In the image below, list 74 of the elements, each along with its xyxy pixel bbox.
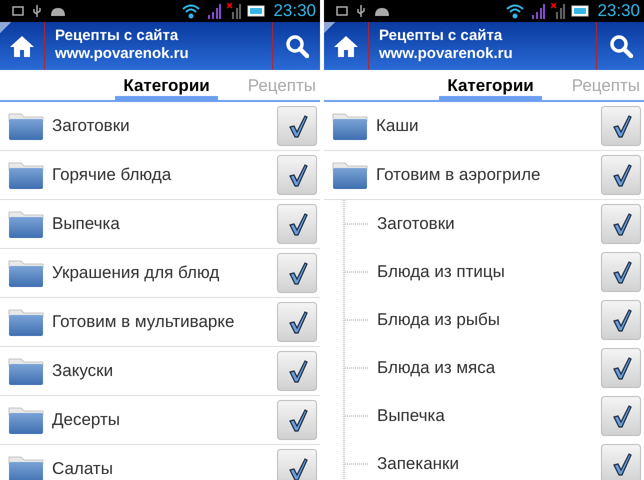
checkbox[interactable] <box>277 155 317 195</box>
checkbox[interactable] <box>601 252 641 292</box>
tree-line <box>340 344 370 392</box>
robot-icon <box>50 6 66 16</box>
screen-icon <box>336 5 348 17</box>
checkbox[interactable] <box>601 348 641 388</box>
category-label[interactable]: Запеканки <box>370 454 601 474</box>
tree-line <box>340 200 370 248</box>
category-label[interactable]: Украшения для блюд <box>44 263 277 283</box>
clock: 23:30 <box>597 1 640 21</box>
tree-line <box>340 248 370 296</box>
folder-icon <box>8 258 44 288</box>
tree-line <box>340 392 370 440</box>
signal-icon <box>207 3 222 19</box>
category-label[interactable]: Блюда из мяса <box>370 358 601 378</box>
battery-icon <box>247 5 266 17</box>
home-icon <box>9 34 35 58</box>
folder-icon <box>8 209 44 239</box>
screen-icon <box>12 5 24 17</box>
category-label[interactable]: Готовим в аэрогриле <box>368 165 601 185</box>
checkbox[interactable] <box>277 204 317 244</box>
search-icon <box>608 34 632 58</box>
wifi-icon <box>505 3 526 19</box>
checkbox[interactable] <box>601 204 641 244</box>
checkbox[interactable] <box>277 253 317 293</box>
category-label[interactable]: Готовим в мультиварке <box>44 312 277 332</box>
no-signal-icon <box>227 3 242 19</box>
home-button[interactable] <box>0 22 45 70</box>
no-signal-icon <box>551 3 566 19</box>
usb-icon <box>32 4 42 18</box>
robot-icon <box>374 6 390 16</box>
folder-icon <box>332 111 368 141</box>
tab[interactable]: Категории <box>115 70 218 100</box>
category-label[interactable]: Выпечка <box>370 406 601 426</box>
checkbox[interactable] <box>277 351 317 391</box>
checkbox[interactable] <box>601 396 641 436</box>
tab[interactable]: Категории <box>439 70 542 100</box>
checkbox[interactable] <box>277 106 317 146</box>
folder-icon <box>8 160 44 190</box>
checkbox[interactable] <box>601 300 641 340</box>
usb-icon <box>356 4 366 18</box>
checkbox[interactable] <box>277 449 317 480</box>
battery-icon <box>571 5 590 17</box>
folder-icon <box>8 454 44 480</box>
app-title: Рецепты с сайта www.povarenok.ru <box>378 26 514 64</box>
folder-icon <box>332 160 368 190</box>
signal-icon <box>531 3 546 19</box>
app-title: Рецепты с сайта www.povarenok.ru <box>54 26 190 64</box>
category-label[interactable]: Салаты <box>44 459 277 479</box>
category-label[interactable]: Закуски <box>44 361 277 381</box>
clock: 23:30 <box>273 1 316 21</box>
home-button[interactable] <box>324 22 369 70</box>
checkbox[interactable] <box>601 155 641 195</box>
category-label[interactable]: Горячие блюда <box>44 165 277 185</box>
search-icon <box>284 34 308 58</box>
tree-line <box>340 296 370 344</box>
checkbox[interactable] <box>601 444 641 480</box>
folder-icon <box>8 111 44 141</box>
category-label[interactable]: Блюда из птицы <box>370 262 601 282</box>
home-icon <box>333 34 359 58</box>
checkbox[interactable] <box>277 400 317 440</box>
category-label[interactable]: Блюда из рыбы <box>370 310 601 330</box>
category-label[interactable]: Десерты <box>44 410 277 430</box>
category-label[interactable]: Выпечка <box>44 214 277 234</box>
checkbox[interactable] <box>277 302 317 342</box>
checkbox[interactable] <box>601 106 641 146</box>
category-label[interactable]: Каши <box>368 116 601 136</box>
tree-line <box>340 440 370 480</box>
folder-icon <box>8 356 44 386</box>
category-label[interactable]: Заготовки <box>44 116 277 136</box>
wifi-icon <box>181 3 202 19</box>
folder-icon <box>8 405 44 435</box>
category-label[interactable]: Заготовки <box>370 214 601 234</box>
folder-icon <box>8 307 44 337</box>
